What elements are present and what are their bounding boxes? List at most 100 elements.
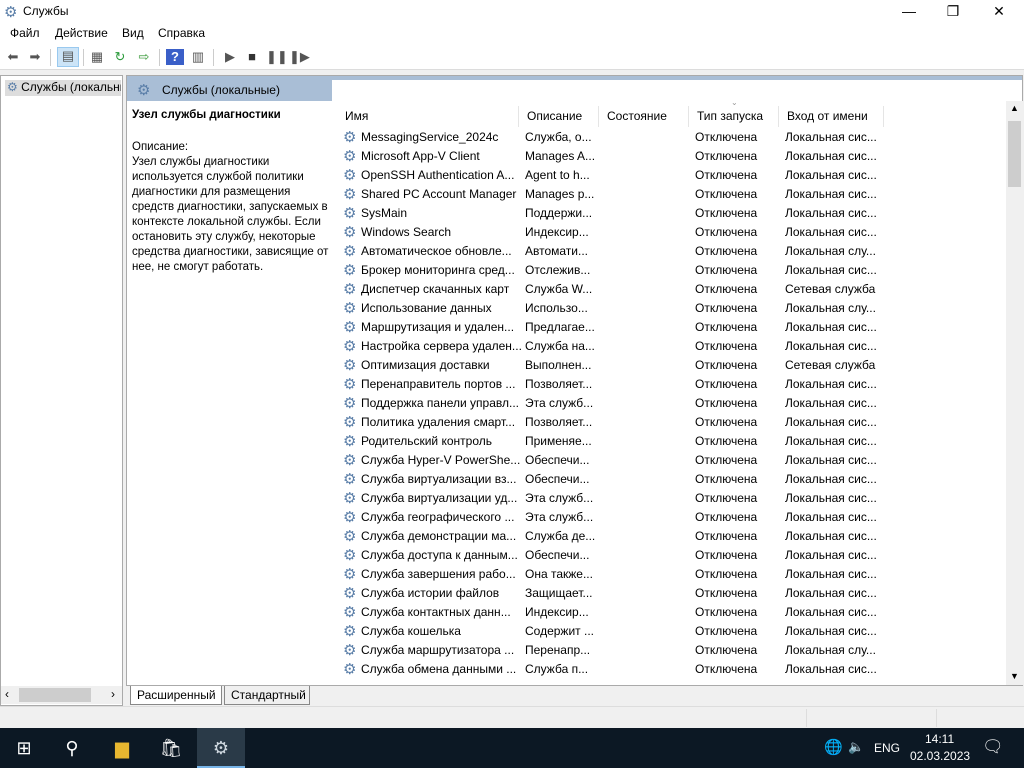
refresh-icon[interactable]: ↻ bbox=[111, 49, 129, 65]
file-explorer-icon[interactable]: ▆ bbox=[98, 728, 146, 768]
clock-time[interactable]: 14:11 bbox=[925, 732, 954, 746]
export-list-icon[interactable]: ⇨ bbox=[135, 49, 153, 65]
network-globe-icon[interactable]: 🌐 bbox=[824, 738, 843, 756]
horizontal-scrollbar[interactable]: ‹ › bbox=[1, 686, 122, 704]
vertical-scrollbar[interactable]: ▲ ▼ bbox=[1006, 101, 1023, 685]
tree-node-services-local[interactable]: ⚙ Службы (локальные) bbox=[5, 80, 121, 96]
column-header-log-on-as[interactable]: Вход от имени bbox=[779, 106, 884, 127]
service-cell: Оптимизация доставки bbox=[361, 358, 490, 372]
service-row[interactable]: ⚙ Служба истории файлов Защищает... Отключе… bbox=[343, 584, 1007, 603]
service-cell: Локальная сис... bbox=[785, 339, 877, 353]
service-row[interactable]: ⚙ Служба демонстрации ма... Служба де... От… bbox=[343, 527, 1007, 546]
service-cell: Локальная сис... bbox=[785, 149, 877, 163]
back-arrow-icon[interactable]: ⬅ bbox=[4, 49, 22, 65]
services-taskbar-gear-icon[interactable]: ⚙ bbox=[197, 728, 245, 768]
service-row[interactable]: ⚙ Служба виртуализации вз... Обеспечи... От… bbox=[343, 470, 1007, 489]
service-row[interactable]: ⚙ Автоматическое обновле... Автомати... Отк… bbox=[343, 242, 1007, 261]
close-button[interactable]: ✕ bbox=[976, 0, 1022, 22]
toolbar-separator bbox=[159, 49, 160, 66]
column-header-startup-type[interactable]: Тип запуска bbox=[689, 106, 779, 127]
column-header-status[interactable]: Состояние bbox=[599, 106, 689, 127]
service-row[interactable]: ⚙ Shared PC Account Manager Manages p... От… bbox=[343, 185, 1007, 204]
menu-view[interactable]: Вид bbox=[122, 26, 144, 40]
scroll-right-icon[interactable]: › bbox=[111, 687, 115, 701]
help-icon[interactable]: ? bbox=[166, 49, 184, 65]
service-row[interactable]: ⚙ Служба географического ... Эта служб... О… bbox=[343, 508, 1007, 527]
service-cell: Локальная слу... bbox=[785, 244, 876, 258]
stop-service-icon[interactable]: ■ bbox=[243, 49, 261, 65]
tab-standard[interactable]: Стандартный bbox=[224, 686, 310, 705]
show-hide-console-tree-icon[interactable]: ▤ bbox=[57, 47, 79, 67]
menu-help[interactable]: Справка bbox=[158, 26, 205, 40]
scroll-left-icon[interactable]: ‹ bbox=[5, 687, 9, 701]
service-cell: Обеспечи... bbox=[525, 472, 590, 486]
service-cell: Поддержка панели управл... bbox=[361, 396, 519, 410]
service-cell: Локальная сис... bbox=[785, 320, 877, 334]
service-row[interactable]: ⚙ Служба обмена данными ... Служба п... Отк… bbox=[343, 660, 1007, 679]
store-icon[interactable]: 🛍 bbox=[147, 728, 195, 768]
service-gear-icon: ⚙ bbox=[343, 624, 357, 639]
service-cell: Отключена bbox=[695, 472, 758, 486]
minimize-button[interactable]: — bbox=[886, 0, 932, 22]
service-row[interactable]: ⚙ Диспетчер скачанных карт Служба W... Откл… bbox=[343, 280, 1007, 299]
show-action-pane-icon[interactable]: ▥ bbox=[189, 49, 207, 65]
service-cell: Отключена bbox=[695, 510, 758, 524]
service-cell: Индексир... bbox=[525, 225, 589, 239]
service-row[interactable]: ⚙ Служба завершения рабо... Она также... От… bbox=[343, 565, 1007, 584]
service-cell: Сетевая служба bbox=[785, 358, 876, 372]
pause-service-icon[interactable]: ❚❚ bbox=[266, 49, 288, 65]
service-row[interactable]: ⚙ Политика удаления смарт... Позволяет... О… bbox=[343, 413, 1007, 432]
service-row[interactable]: ⚙ Использование данных Использо... Отключен… bbox=[343, 299, 1007, 318]
service-row[interactable]: ⚙ OpenSSH Authentication A... Agent to h..… bbox=[343, 166, 1007, 185]
column-header-name[interactable]: Имя bbox=[337, 106, 519, 127]
service-row[interactable]: ⚙ Служба маршрутизатора ... Перенапр... Отк… bbox=[343, 641, 1007, 660]
service-cell: Локальная сис... bbox=[785, 529, 877, 543]
service-row[interactable]: ⚙ Служба контактных данн... Индексир... Отк… bbox=[343, 603, 1007, 622]
service-row[interactable]: ⚙ Перенаправитель портов ... Позволяет... О… bbox=[343, 375, 1007, 394]
service-cell: Manages A... bbox=[525, 149, 596, 163]
service-cell: Локальная сис... bbox=[785, 225, 877, 239]
service-row[interactable]: ⚙ Оптимизация доставки Выполнен... Отключен… bbox=[343, 356, 1007, 375]
menu-file[interactable]: Файл bbox=[10, 26, 40, 40]
tab-extended[interactable]: Расширенный bbox=[130, 686, 222, 705]
service-row[interactable]: ⚙ Служба Hyper-V PowerShe... Обеспечи... От… bbox=[343, 451, 1007, 470]
service-cell: Служба истории файлов bbox=[361, 586, 500, 600]
scroll-down-icon[interactable]: ▼ bbox=[1010, 671, 1019, 681]
service-row[interactable]: ⚙ Поддержка панели управл... Эта служб... О… bbox=[343, 394, 1007, 413]
menu-action[interactable]: Действие bbox=[55, 26, 108, 40]
column-header-description[interactable]: Описание bbox=[519, 106, 599, 127]
window-title: Службы bbox=[23, 4, 69, 18]
service-row[interactable]: ⚙ Служба виртуализации уд... Эта служб... О… bbox=[343, 489, 1007, 508]
service-cell: Отключена bbox=[695, 396, 758, 410]
start-windows-icon[interactable]: ⊞ bbox=[0, 728, 48, 768]
service-row[interactable]: ⚙ Настройка сервера удален... Служба на...… bbox=[343, 337, 1007, 356]
service-row[interactable]: ⚙ MessagingService_2024c Служба, о... Отклю… bbox=[343, 128, 1007, 147]
service-row[interactable]: ⚙ SysMain Поддержи... Отключена Локальная си… bbox=[343, 204, 1007, 223]
restart-service-icon[interactable]: ❚▶ bbox=[289, 49, 310, 65]
scrollbar-thumb[interactable] bbox=[19, 688, 91, 702]
service-row[interactable]: ⚙ Служба кошелька Содержит ... Отключена Лок… bbox=[343, 622, 1007, 641]
service-cell: Отключена bbox=[695, 320, 758, 334]
service-gear-icon: ⚙ bbox=[343, 206, 357, 221]
maximize-button[interactable]: ❐ bbox=[930, 0, 976, 22]
service-cell: Shared PC Account Manager bbox=[361, 187, 517, 201]
service-row[interactable]: ⚙ Брокер мониторинга сред... Отслежив... От… bbox=[343, 261, 1007, 280]
search-icon[interactable]: ⚲ bbox=[48, 728, 96, 768]
service-cell: Служба обмена данными ... bbox=[361, 662, 517, 676]
description-label: Описание: bbox=[132, 141, 189, 153]
scroll-up-icon[interactable]: ▲ bbox=[1010, 103, 1019, 113]
clock-date[interactable]: 02.03.2023 bbox=[910, 749, 970, 763]
service-cell: Локальная сис... bbox=[785, 586, 877, 600]
properties-icon[interactable]: ▦ bbox=[88, 49, 106, 65]
service-row[interactable]: ⚙ Маршрутизация и удален... Предлагае... От… bbox=[343, 318, 1007, 337]
forward-arrow-icon[interactable]: ➡ bbox=[26, 49, 44, 65]
service-row[interactable]: ⚙ Microsoft App-V Client Manages A... Отклю… bbox=[343, 147, 1007, 166]
service-row[interactable]: ⚙ Родительский контроль Применяе... Отключе… bbox=[343, 432, 1007, 451]
service-row[interactable]: ⚙ Служба доступа к данным... Обеспечи... От… bbox=[343, 546, 1007, 565]
input-language[interactable]: ENG bbox=[874, 741, 900, 755]
service-row[interactable]: ⚙ Windows Search Индексир... Отключена Локал… bbox=[343, 223, 1007, 242]
start-service-icon[interactable]: ▶ bbox=[221, 49, 239, 65]
scrollbar-thumb[interactable] bbox=[1008, 121, 1021, 187]
volume-icon[interactable]: 🔈 bbox=[848, 739, 864, 755]
action-center-icon[interactable]: 🗨 bbox=[982, 737, 1004, 757]
